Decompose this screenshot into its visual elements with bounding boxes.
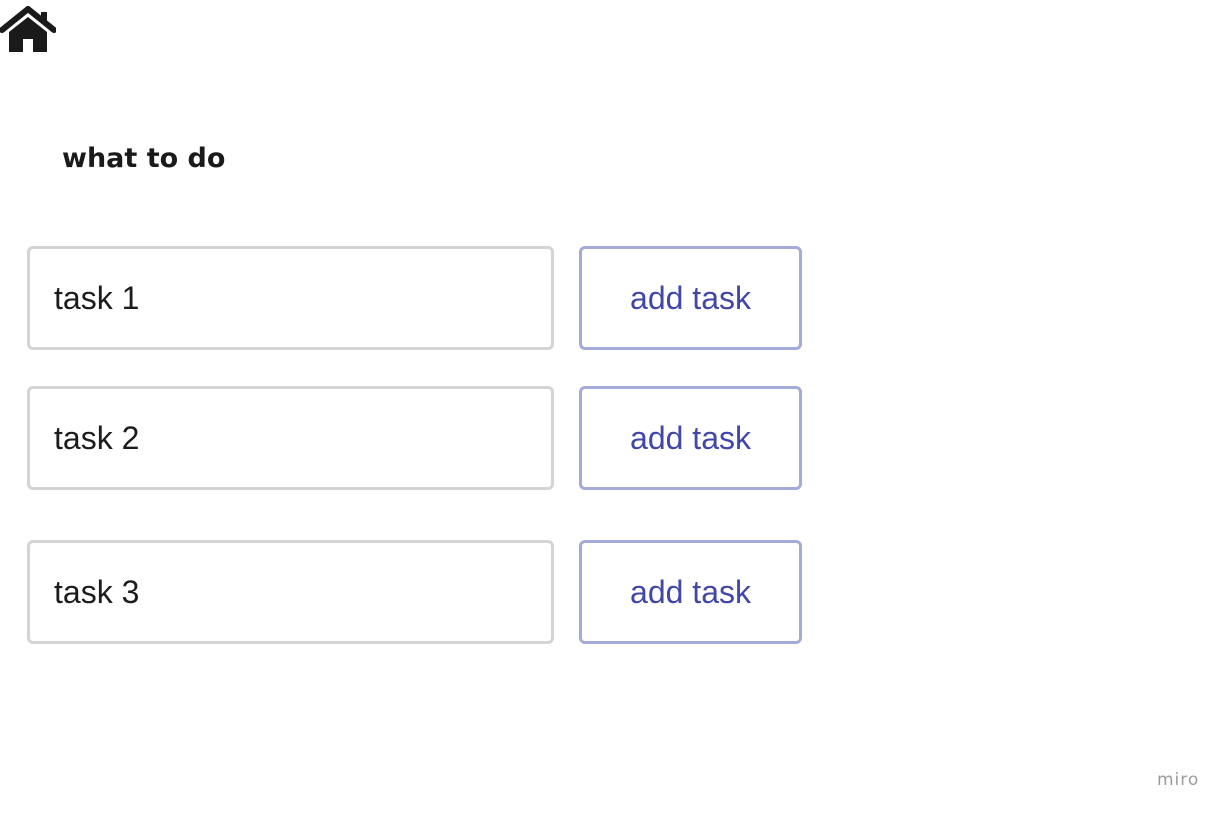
add-task-button-1[interactable]: add task [579,246,802,350]
task-input-3[interactable] [27,540,554,644]
task-input-1[interactable] [27,246,554,350]
task-row-2: add task [27,386,803,490]
page-title: what to do [62,143,226,174]
home-icon[interactable] [0,6,56,52]
task-input-2[interactable] [27,386,554,490]
add-task-button-3[interactable]: add task [579,540,802,644]
task-row-3: add task [27,540,803,644]
add-task-button-2[interactable]: add task [579,386,802,490]
task-row-1: add task [27,246,803,350]
brand-watermark: miro [1157,770,1200,790]
